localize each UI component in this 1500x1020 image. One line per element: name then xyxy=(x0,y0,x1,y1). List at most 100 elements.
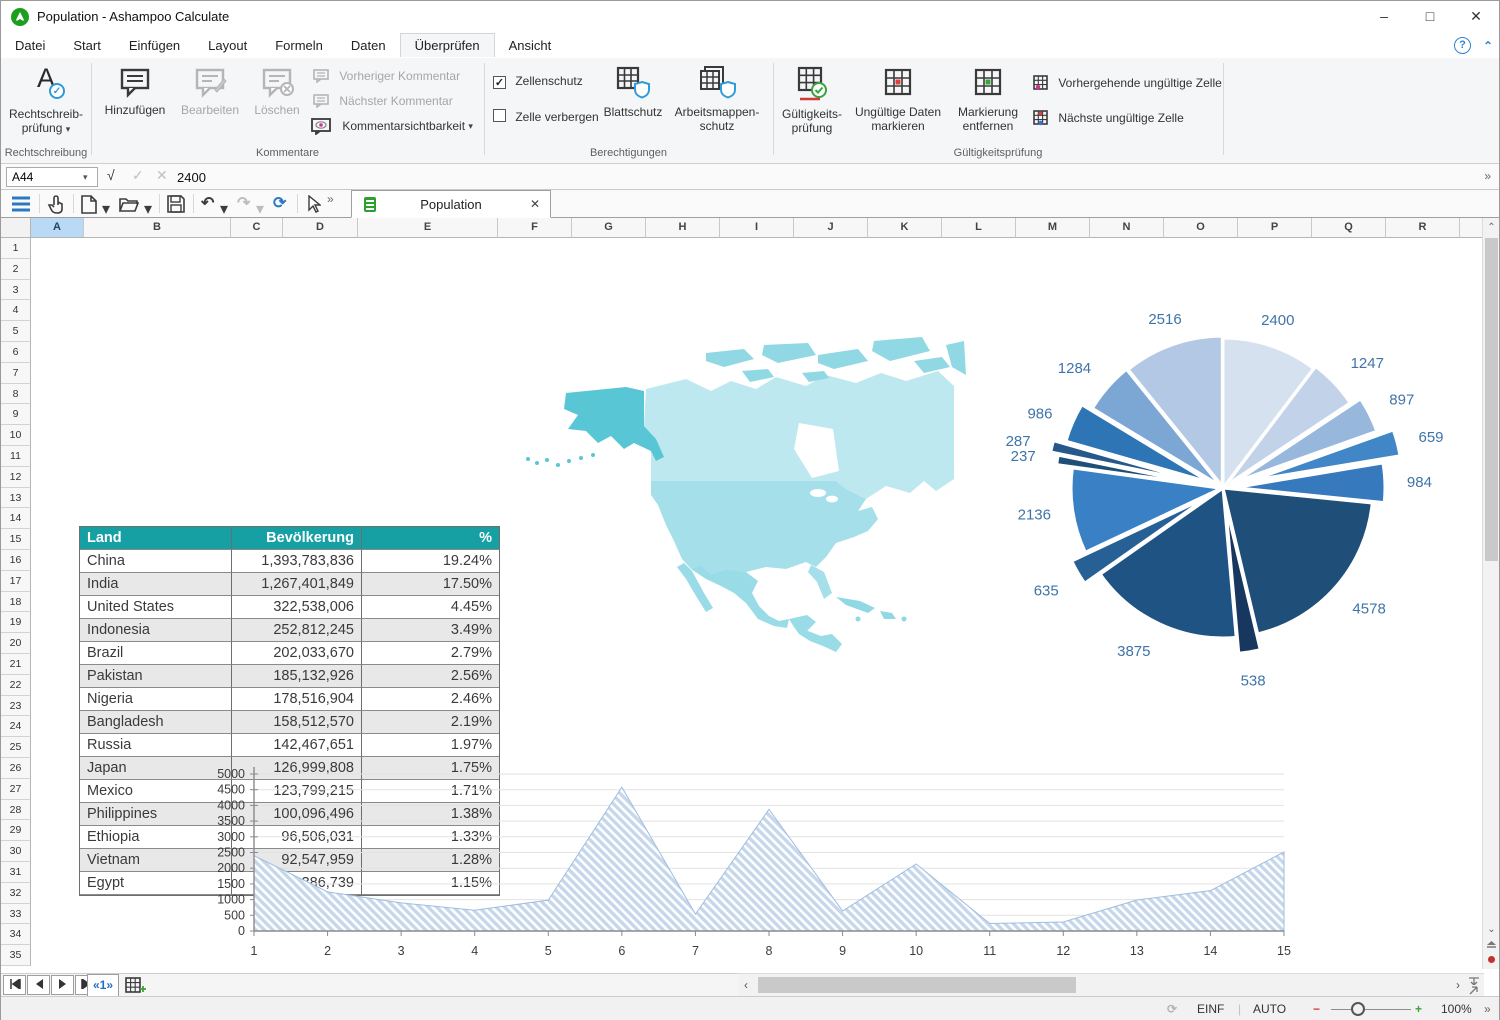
menu-tab-ansicht[interactable]: Ansicht xyxy=(495,34,566,58)
select-all-corner[interactable] xyxy=(1,218,31,238)
mark-invalid-data-button[interactable]: Ungültige Datenmarkieren xyxy=(853,66,943,133)
minimize-button[interactable]: – xyxy=(1361,1,1407,31)
table-row[interactable]: Indonesia252,812,2453.49% xyxy=(80,619,499,642)
menu-tab-datei[interactable]: Datei xyxy=(1,34,59,58)
row-header-13[interactable]: 13 xyxy=(1,488,31,509)
row-header-1[interactable]: 1 xyxy=(1,238,31,259)
column-header-F[interactable]: F xyxy=(498,218,572,238)
table-row[interactable]: Bangladesh158,512,5702.19% xyxy=(80,711,499,734)
refresh-icon[interactable]: ⟳ xyxy=(273,193,286,213)
first-sheet-button[interactable] xyxy=(3,975,26,995)
remove-marking-button[interactable]: Markierungentfernen xyxy=(948,66,1028,133)
statusbar-more-icon[interactable]: » xyxy=(1484,1002,1491,1016)
column-header-P[interactable]: P xyxy=(1238,218,1312,238)
row-header-30[interactable]: 30 xyxy=(1,841,31,862)
row-header-14[interactable]: 14 xyxy=(1,508,31,529)
new-document-dropdown-icon[interactable]: ▾ xyxy=(102,199,110,219)
horizontal-scroll-thumb[interactable] xyxy=(758,977,1076,993)
tab-split-icon[interactable] xyxy=(1468,977,1480,985)
previous-invalid-cell-button[interactable]: Vorhergehende ungültige Zelle xyxy=(1033,75,1222,91)
row-header-20[interactable]: 20 xyxy=(1,633,31,654)
row-header-34[interactable]: 34 xyxy=(1,924,31,945)
row-header-19[interactable]: 19 xyxy=(1,612,31,633)
column-header-partial[interactable] xyxy=(1460,218,1484,238)
row-header-26[interactable]: 26 xyxy=(1,758,31,779)
spellcheck-button[interactable]: A ✓ Rechtschreib- prüfung ▾ xyxy=(5,63,87,136)
menu-tab-formeln[interactable]: Formeln xyxy=(261,34,337,58)
column-header-I[interactable]: I xyxy=(720,218,794,238)
menu-tab-start[interactable]: Start xyxy=(59,34,114,58)
table-row[interactable]: Nigeria178,516,9042.46% xyxy=(80,688,499,711)
column-header-J[interactable]: J xyxy=(794,218,868,238)
row-header-3[interactable]: 3 xyxy=(1,280,31,301)
save-icon[interactable] xyxy=(167,195,185,213)
column-header-G[interactable]: G xyxy=(572,218,646,238)
comment-edit-button[interactable]: Bearbeiten xyxy=(175,66,245,117)
column-header-E[interactable]: E xyxy=(358,218,498,238)
open-folder-dropdown-icon[interactable]: ▾ xyxy=(144,199,152,219)
hamburger-menu-icon[interactable] xyxy=(11,196,31,212)
corner-resize-icon[interactable] xyxy=(1468,986,1480,995)
formula-bar-more-icon[interactable]: » xyxy=(1484,169,1491,183)
area-series[interactable] xyxy=(254,787,1284,931)
row-header-16[interactable]: 16 xyxy=(1,550,31,571)
column-header-N[interactable]: N xyxy=(1090,218,1164,238)
formula-input[interactable] xyxy=(177,167,1462,187)
workbook-protection-button[interactable]: Arbeitsmappen-schutz xyxy=(673,66,761,133)
new-document-icon[interactable] xyxy=(81,195,97,214)
sheet-tab-1[interactable]: «1» xyxy=(87,974,119,996)
row-header-9[interactable]: 9 xyxy=(1,404,31,425)
comment-visibility-button[interactable]: Kommentarsichtbarkeit ▾ xyxy=(311,117,473,135)
document-tab-close-icon[interactable]: ✕ xyxy=(530,197,540,211)
next-sheet-button[interactable] xyxy=(51,975,74,995)
north-america-map[interactable] xyxy=(506,331,966,666)
column-header-C[interactable]: C xyxy=(231,218,283,238)
calc-mode-indicator[interactable]: AUTO xyxy=(1253,1002,1286,1016)
row-header-12[interactable]: 12 xyxy=(1,467,31,488)
zoom-in-icon[interactable]: + xyxy=(1415,1002,1422,1016)
add-sheet-icon[interactable] xyxy=(125,977,147,995)
row-header-22[interactable]: 22 xyxy=(1,675,31,696)
row-header-32[interactable]: 32 xyxy=(1,883,31,904)
row-header-8[interactable]: 8 xyxy=(1,384,31,405)
record-marker-icon[interactable] xyxy=(1486,954,1497,965)
row-header-7[interactable]: 7 xyxy=(1,363,31,384)
horizontal-scrollbar[interactable]: ‹ › xyxy=(738,973,1484,996)
row-header-31[interactable]: 31 xyxy=(1,862,31,883)
sheet-protection-button[interactable]: Blattschutz xyxy=(596,66,670,119)
row-header-4[interactable]: 4 xyxy=(1,300,31,321)
open-folder-icon[interactable] xyxy=(119,197,139,213)
row-header-27[interactable]: 27 xyxy=(1,779,31,800)
scroll-left-icon[interactable]: ‹ xyxy=(744,978,748,992)
column-header-D[interactable]: D xyxy=(283,218,358,238)
column-header-A[interactable]: A xyxy=(31,218,84,238)
row-header-11[interactable]: 11 xyxy=(1,446,31,467)
validation-button[interactable]: Gültigkeits-prüfung xyxy=(776,66,848,135)
row-header-15[interactable]: 15 xyxy=(1,529,31,550)
population-area-chart[interactable]: 0500100015002000250030003500400045005000… xyxy=(191,759,1301,964)
namebox-dropdown-icon[interactable]: ▾ xyxy=(83,172,88,183)
row-header-25[interactable]: 25 xyxy=(1,737,31,758)
next-invalid-cell-button[interactable]: Nächste ungültige Zelle xyxy=(1033,110,1184,126)
row-header-10[interactable]: 10 xyxy=(1,425,31,446)
close-button[interactable]: ✕ xyxy=(1453,1,1499,31)
table-row[interactable]: Russia142,467,6511.97% xyxy=(80,734,499,757)
vertical-scrollbar[interactable]: ⌃ ⌄ xyxy=(1482,218,1499,969)
zoom-level[interactable]: 100% xyxy=(1441,1002,1472,1016)
function-icon[interactable]: √ xyxy=(107,167,115,183)
menu-tab-einfügen[interactable]: Einfügen xyxy=(115,34,194,58)
insert-mode-indicator[interactable]: EINF xyxy=(1197,1002,1224,1016)
cell-protection-checkbox[interactable]: ✓ Zellenschutz xyxy=(493,73,583,89)
row-header-21[interactable]: 21 xyxy=(1,654,31,675)
table-row[interactable]: India1,267,401,84917.50% xyxy=(80,573,499,596)
row-header-23[interactable]: 23 xyxy=(1,696,31,717)
column-header-H[interactable]: H xyxy=(646,218,720,238)
next-comment-button[interactable]: Nächster Kommentar xyxy=(313,93,453,108)
column-header-M[interactable]: M xyxy=(1016,218,1090,238)
split-view-icon[interactable] xyxy=(1486,940,1497,951)
row-header-17[interactable]: 17 xyxy=(1,571,31,592)
population-pie-chart[interactable]: 2400124789765998445785383875635213623728… xyxy=(976,291,1476,721)
table-row[interactable]: Pakistan185,132,9262.56% xyxy=(80,665,499,688)
touch-mode-icon[interactable] xyxy=(47,195,65,214)
zoom-out-icon[interactable]: − xyxy=(1313,1002,1320,1016)
